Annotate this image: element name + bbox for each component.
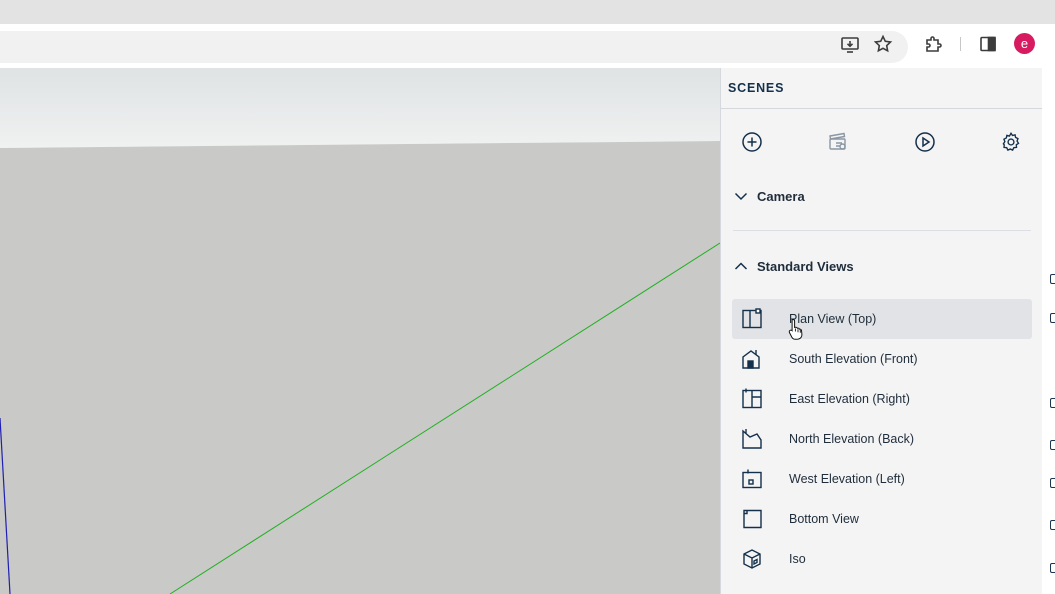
view-item-label: Plan View (Top) — [789, 312, 877, 326]
view-item-label: West Elevation (Left) — [789, 472, 905, 486]
side-panel-icon[interactable] — [977, 33, 999, 55]
standard-views-section-label: Standard Views — [757, 258, 854, 274]
scene-clapper-button[interactable] — [825, 129, 851, 155]
section-divider — [733, 230, 1031, 231]
bookmark-star-icon[interactable] — [872, 33, 894, 55]
west-elevation-icon — [741, 468, 763, 490]
camera-section-label: Camera — [757, 188, 805, 204]
scenes-panel: SCENES Camera Standard Views Plan View (… — [720, 68, 1042, 594]
bottom-view-icon — [741, 508, 763, 530]
browser-tab-strip — [0, 0, 1055, 24]
chevron-down-icon — [734, 192, 748, 201]
edge-tool-icon[interactable] — [1050, 398, 1055, 408]
view-item-south-elevation[interactable]: South Elevation (Front) — [732, 339, 1032, 379]
scenes-toolbar — [721, 109, 1042, 173]
panel-title: SCENES — [728, 81, 785, 95]
view-item-iso[interactable]: Iso — [732, 539, 1032, 579]
ground-plane — [0, 141, 720, 594]
edge-tool-icon[interactable] — [1050, 478, 1055, 488]
settings-gear-icon — [1002, 131, 1020, 151]
edge-tool-icon[interactable] — [1050, 440, 1055, 450]
south-elevation-icon — [741, 348, 763, 370]
standard-views-list: Plan View (Top) South Elevation (Front) … — [732, 299, 1032, 579]
extensions-puzzle-icon[interactable] — [923, 33, 945, 55]
toolbar-divider — [960, 37, 961, 51]
address-bar[interactable] — [0, 31, 908, 63]
model-viewport[interactable] — [0, 68, 720, 594]
iso-view-icon — [741, 548, 763, 570]
sky-background — [0, 68, 720, 148]
add-scene-button[interactable] — [739, 129, 765, 155]
view-item-label: East Elevation (Right) — [789, 392, 910, 406]
edge-tool-icon[interactable] — [1050, 313, 1055, 323]
chevron-up-icon — [734, 262, 748, 270]
view-item-north-elevation[interactable]: North Elevation (Back) — [732, 419, 1032, 459]
view-item-label: Bottom View — [789, 512, 859, 526]
scenes-panel-header: SCENES — [721, 68, 1042, 109]
install-app-icon[interactable] — [839, 33, 861, 55]
scene-clapper-icon — [829, 132, 846, 150]
view-item-west-elevation[interactable]: West Elevation (Left) — [732, 459, 1032, 499]
east-elevation-icon — [741, 388, 763, 410]
view-item-east-elevation[interactable]: East Elevation (Right) — [732, 379, 1032, 419]
camera-section-toggle[interactable]: Camera — [733, 188, 805, 204]
right-toolbar-strip — [1042, 68, 1055, 594]
view-item-label: Iso — [789, 552, 806, 566]
view-item-bottom-view[interactable]: Bottom View — [732, 499, 1032, 539]
standard-views-section-toggle[interactable]: Standard Views — [733, 258, 854, 274]
add-scene-icon — [742, 132, 762, 152]
play-scenes-button[interactable] — [912, 129, 938, 155]
plan-view-icon — [741, 308, 763, 330]
scene-settings-button[interactable] — [998, 129, 1024, 155]
edge-tool-icon[interactable] — [1050, 563, 1055, 573]
edge-tool-icon[interactable] — [1050, 274, 1055, 284]
play-icon — [915, 132, 935, 152]
profile-avatar[interactable]: e — [1014, 33, 1035, 54]
view-item-plan-top[interactable]: Plan View (Top) — [732, 299, 1032, 339]
view-item-label: North Elevation (Back) — [789, 432, 915, 446]
edge-tool-icon[interactable] — [1050, 520, 1055, 530]
view-item-label: South Elevation (Front) — [789, 352, 918, 366]
north-elevation-icon — [741, 428, 763, 450]
browser-toolbar — [0, 24, 1055, 68]
